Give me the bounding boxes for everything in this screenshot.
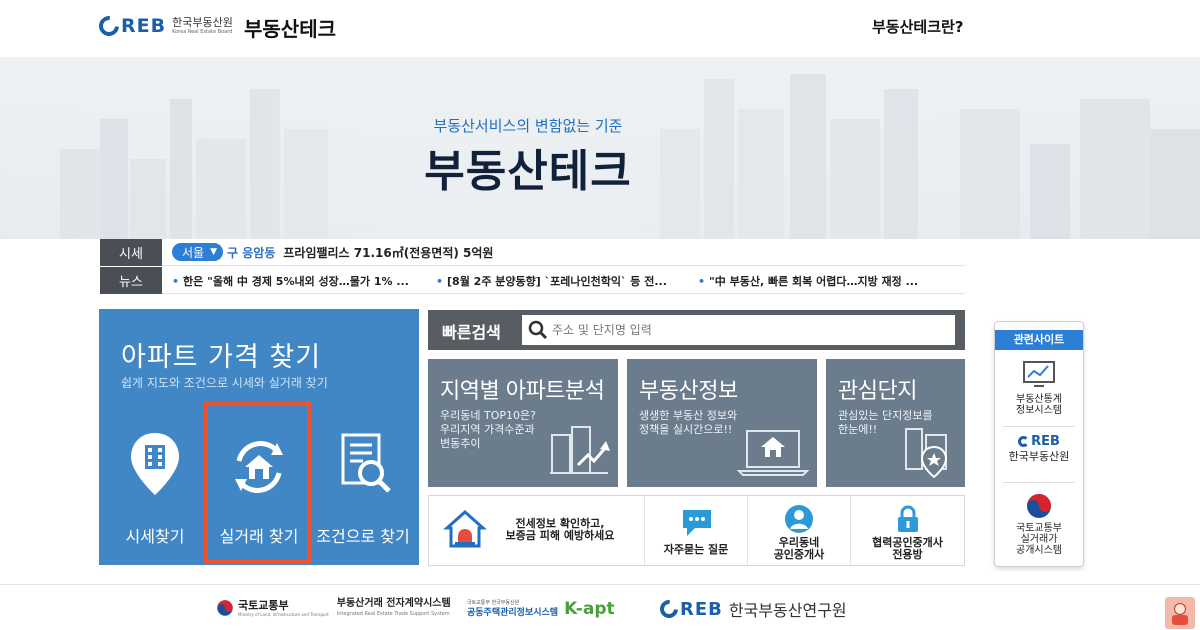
reb-logo-icon: [94, 11, 124, 41]
news-item[interactable]: • [8월 2주 분양동향] `포레나인천학익` 등 전...: [436, 273, 676, 289]
quick-links-box: 전세정보 확인하고, 보증금 피해 예방하세요 자주묻는 질문 우리동네 공인중…: [428, 495, 965, 566]
news-item[interactable]: • 한은 "올해 中 경제 5%내외 성장…물가 1% ...: [172, 273, 412, 289]
news-ticker: 뉴스 • 한은 "올해 中 경제 5%내외 성장…물가 1% ... • [8월 2…: [100, 266, 965, 294]
about-link[interactable]: 부동산테크란?: [872, 16, 964, 37]
logo-korean-name: 한국부동산원: [172, 16, 233, 29]
price-ticker-tag: 시세: [100, 238, 162, 266]
interest-complex-tile[interactable]: 관심단지 관심있는 단지정보를 한눈에!!: [826, 359, 965, 487]
chart-building-icon: [550, 426, 610, 474]
site-header: REB 한국부동산원 Korea Real Estate Board 부동산테크…: [0, 0, 1200, 56]
reb-logo[interactable]: REB 한국부동산원 Korea Real Estate Board: [94, 11, 233, 41]
local-realtor-label: 우리동네 공인중개사: [773, 536, 825, 561]
mascot-icon[interactable]: [1165, 597, 1195, 629]
price-search-button[interactable]: 시세찾기: [105, 419, 205, 559]
real-estate-statistics-link[interactable]: 부동산통계 정보시스템: [995, 360, 1083, 418]
jeonse-info-link[interactable]: 전세정보 확인하고, 보증금 피해 예방하세요: [429, 496, 644, 565]
molit-real-transaction-link[interactable]: 국토교통부 실거래가 공개시스템: [995, 492, 1083, 558]
news-item[interactable]: • "中 부동산, 빠른 회복 어렵다…지방 재정 ...: [698, 273, 938, 289]
condition-search-label: 조건으로 찾기: [316, 527, 410, 546]
price-district[interactable]: 구 응암동: [227, 244, 275, 261]
taegeuk-emblem-icon: [1027, 494, 1051, 518]
site-name[interactable]: 부동산테크: [244, 13, 336, 42]
tile-title: 관심단지: [838, 379, 917, 404]
partner-realtor-room-link[interactable]: 협력공인중개사 전용방: [850, 496, 964, 565]
reb-site-link[interactable]: REB 한국부동산원: [995, 434, 1083, 476]
real-estate-info-tile[interactable]: 부동산정보 생생한 부동산 정보와 정책을 실시간으로!!: [627, 359, 817, 487]
e-contract-system-name: 부동산거래 전자계약시스템: [336, 598, 451, 609]
quick-search-label: 빠른검색: [442, 323, 501, 342]
hero-title: 부동산테크: [424, 146, 632, 197]
taegeuk-emblem-icon: [217, 600, 233, 616]
hero-subtitle: 부동산서비스의 변함없는 기준: [433, 117, 623, 135]
apt-panel-title: 아파트 가격 찾기: [121, 342, 322, 373]
related-site-label: 부동산통계 정보시스템: [1016, 394, 1062, 416]
price-text[interactable]: 프라임팰리스 71.16㎡(전용면적) 5억원: [283, 244, 493, 261]
chat-bubble-icon: [683, 510, 711, 536]
apt-panel-subtitle: 쉽게 지도와 조건으로 시세와 실거래 찾기: [121, 376, 328, 390]
lock-icon: [898, 505, 918, 532]
tile-title: 부동산정보: [639, 379, 738, 404]
quick-search-bar: 빠른검색: [428, 310, 965, 350]
kapt-link[interactable]: 국토교통부 한국부동산원 공동주택관리정보시스템 K-apt: [467, 599, 615, 619]
faq-link[interactable]: 자주묻는 질문: [644, 496, 747, 565]
highlight-box: [204, 402, 311, 564]
logo-english-name: Korea Real Estate Board: [172, 29, 233, 35]
price-search-label: 시세찾기: [125, 527, 185, 546]
molit-english: Ministry of Land, Infrastructure and Tra…: [238, 611, 329, 617]
document-search-icon: [341, 433, 391, 493]
kapt-small-text: 국토교통부 한국부동산원: [467, 599, 520, 606]
reb-logo-text: REB: [1031, 434, 1060, 449]
related-site-label: 국토교통부 실거래가 공개시스템: [1016, 523, 1062, 556]
jeonse-info-label: 전세정보 확인하고, 보증금 피해 예방하세요: [505, 517, 615, 542]
realtor-person-icon: [785, 505, 813, 533]
reb-institute-name: 한국부동산연구원: [728, 601, 847, 620]
search-icon[interactable]: [528, 320, 548, 340]
news-ticker-tag: 뉴스: [100, 266, 162, 294]
monitor-chart-icon: [1023, 361, 1055, 387]
related-sites-title: 관련사이트: [995, 330, 1083, 350]
region-select[interactable]: 서울 ▼: [172, 243, 224, 261]
partner-realtor-room-label: 협력공인중개사 전용방: [872, 536, 943, 561]
reb-institute-link[interactable]: REB 한국부동산연구원: [656, 596, 847, 622]
faq-label: 자주묻는 질문: [663, 543, 729, 556]
tile-description: 생생한 부동산 정보와 정책을 실시간으로!!: [639, 409, 738, 436]
price-ticker: 시세 서울 ▼ 구 응암동 프라임팰리스 71.16㎡(전용면적) 5억원: [100, 238, 965, 266]
chevron-down-icon: ▼: [210, 247, 218, 257]
map-pin-building-icon: [131, 433, 179, 495]
kapt-logo: K-apt: [564, 599, 615, 619]
tile-description: 우리동네 TOP10은? 우리지역 가격수준과 변동추이: [440, 409, 536, 450]
related-site-label: 한국부동산원: [1008, 450, 1070, 463]
laptop-house-icon: [737, 430, 809, 476]
hero-banner: 부동산서비스의 변함없는 기준 부동산테크: [0, 57, 1200, 239]
tile-title: 지역별 아파트분석: [440, 379, 605, 404]
reb-logo-text: REB: [121, 15, 167, 37]
reb-logo-icon: [1018, 436, 1030, 447]
reb-logo-icon: [656, 596, 682, 622]
region-select-value: 서울: [182, 245, 205, 260]
e-contract-system-english: Integrated Real Estate Trade Support Sys…: [336, 611, 450, 617]
reb-logo-text: REB: [680, 598, 723, 620]
e-contract-system-link[interactable]: 국토교통부 Ministry of Land, Infrastructure a…: [216, 599, 451, 617]
related-sites-panel: 관련사이트 부동산통계 정보시스템 REB 한국부동산원 국토교통부 실거래가 …: [994, 321, 1084, 567]
search-input[interactable]: [552, 315, 952, 345]
house-alarm-icon: [443, 509, 487, 548]
regional-apartment-analysis-tile[interactable]: 지역별 아파트분석 우리동네 TOP10은? 우리지역 가격수준과 변동추이: [428, 359, 618, 487]
footer: 국토교통부 Ministry of Land, Infrastructure a…: [0, 584, 1200, 630]
building-star-icon: [905, 428, 948, 479]
kapt-system-name: 공동주택관리정보시스템: [467, 607, 559, 618]
local-realtor-link[interactable]: 우리동네 공인중개사: [747, 496, 850, 565]
molit-name: 국토교통부: [238, 598, 289, 612]
condition-search-button[interactable]: 조건으로 찾기: [313, 419, 413, 559]
